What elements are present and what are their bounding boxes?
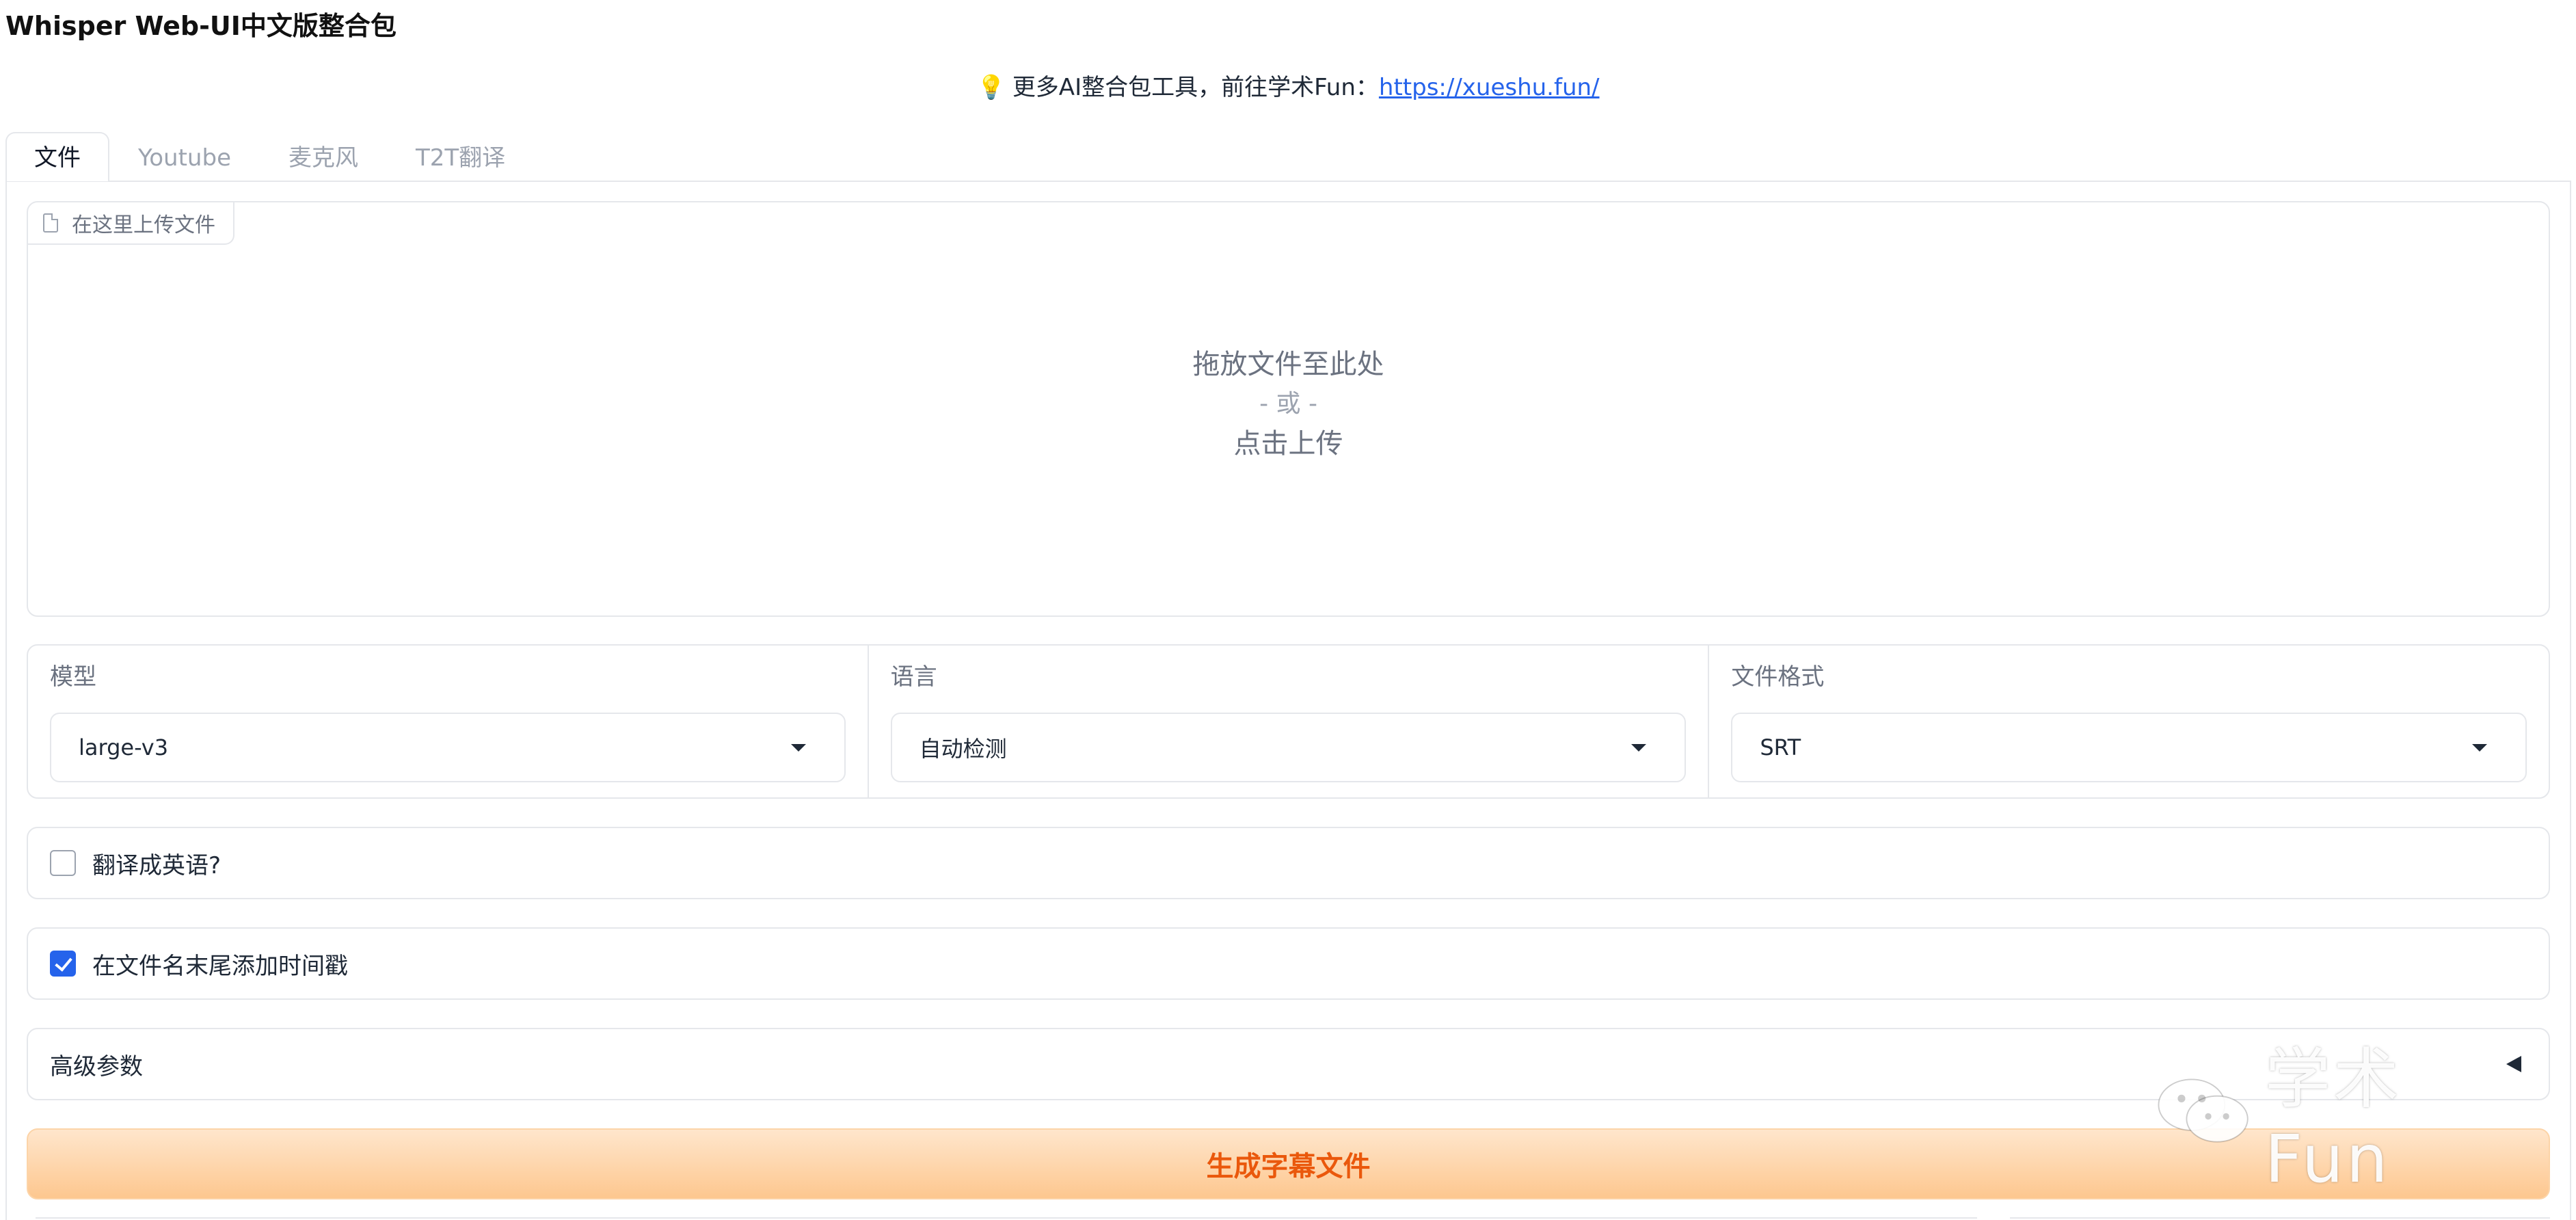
advanced-params-label: 高级参数 [50,1052,143,1080]
model-select[interactable]: large-v3 [50,713,846,782]
divider [36,1217,1977,1220]
drop-text-click: 点击上传 [1233,428,1343,460]
language-select[interactable]: 自动检测 [890,713,1687,782]
collapse-arrow-icon[interactable] [2506,1056,2521,1072]
format-label: 文件格式 [1731,663,1825,691]
settings-row: 模型 large-v3 语言 自动检测 文件格式 SRT [27,644,2550,799]
translate-checkbox[interactable] [50,850,76,876]
tab-youtube[interactable]: Youtube [109,132,260,181]
chevron-down-icon [790,744,806,752]
language-label: 语言 [890,663,937,691]
drop-text-or: - 或 - [1259,390,1317,418]
tab-t2t-translate[interactable]: T2T翻译 [387,132,534,181]
format-select[interactable]: SRT [1731,713,2527,782]
model-field: 模型 large-v3 [28,646,869,797]
generate-subtitles-button[interactable]: 生成字幕文件 [27,1128,2550,1199]
format-value: SRT [1760,734,1801,760]
file-upload-dropzone[interactable]: 在这里上传文件 拖放文件至此处 - 或 - 点击上传 [27,201,2550,617]
file-icon [43,213,58,233]
chevron-down-icon [1631,744,1647,752]
timestamp-checkbox[interactable] [50,951,76,977]
promo-banner: 💡 更多AI整合包工具，前往学术Fun：https://xueshu.fun/ [0,67,2576,108]
promo-text: 更多AI整合包工具，前往学术Fun： [1012,74,1379,101]
model-value: large-v3 [79,734,169,760]
drop-instructions: 拖放文件至此处 - 或 - 点击上传 [28,345,2549,464]
timestamp-label: 在文件名末尾添加时间戳 [92,952,348,980]
drop-text-drag: 拖放文件至此处 [1192,349,1384,380]
advanced-params-accordion[interactable]: 高级参数 [27,1028,2550,1100]
format-field: 文件格式 SRT [1709,646,2549,797]
language-value: 自动检测 [919,736,1007,762]
tab-microphone[interactable]: 麦克风 [260,132,387,181]
tab-file[interactable]: 文件 [5,132,109,181]
app-title: Whisper Web-UI中文版整合包 [5,11,397,41]
translate-option[interactable]: 翻译成英语? [27,827,2550,899]
promo-link[interactable]: https://xueshu.fun/ [1379,74,1600,101]
timestamp-option[interactable]: 在文件名末尾添加时间戳 [27,927,2550,1000]
upload-label: 在这里上传文件 [28,202,234,245]
model-label: 模型 [50,663,96,691]
tab-bar: 文件 Youtube 麦克风 T2T翻译 [5,132,534,181]
chevron-down-icon [2472,744,2488,752]
upload-label-text: 在这里上传文件 [72,213,215,237]
divider [2010,1217,2550,1220]
translate-label: 翻译成英语? [92,851,222,879]
lightbulb-icon: 💡 [976,74,1006,101]
language-field: 语言 自动检测 [869,646,1710,797]
